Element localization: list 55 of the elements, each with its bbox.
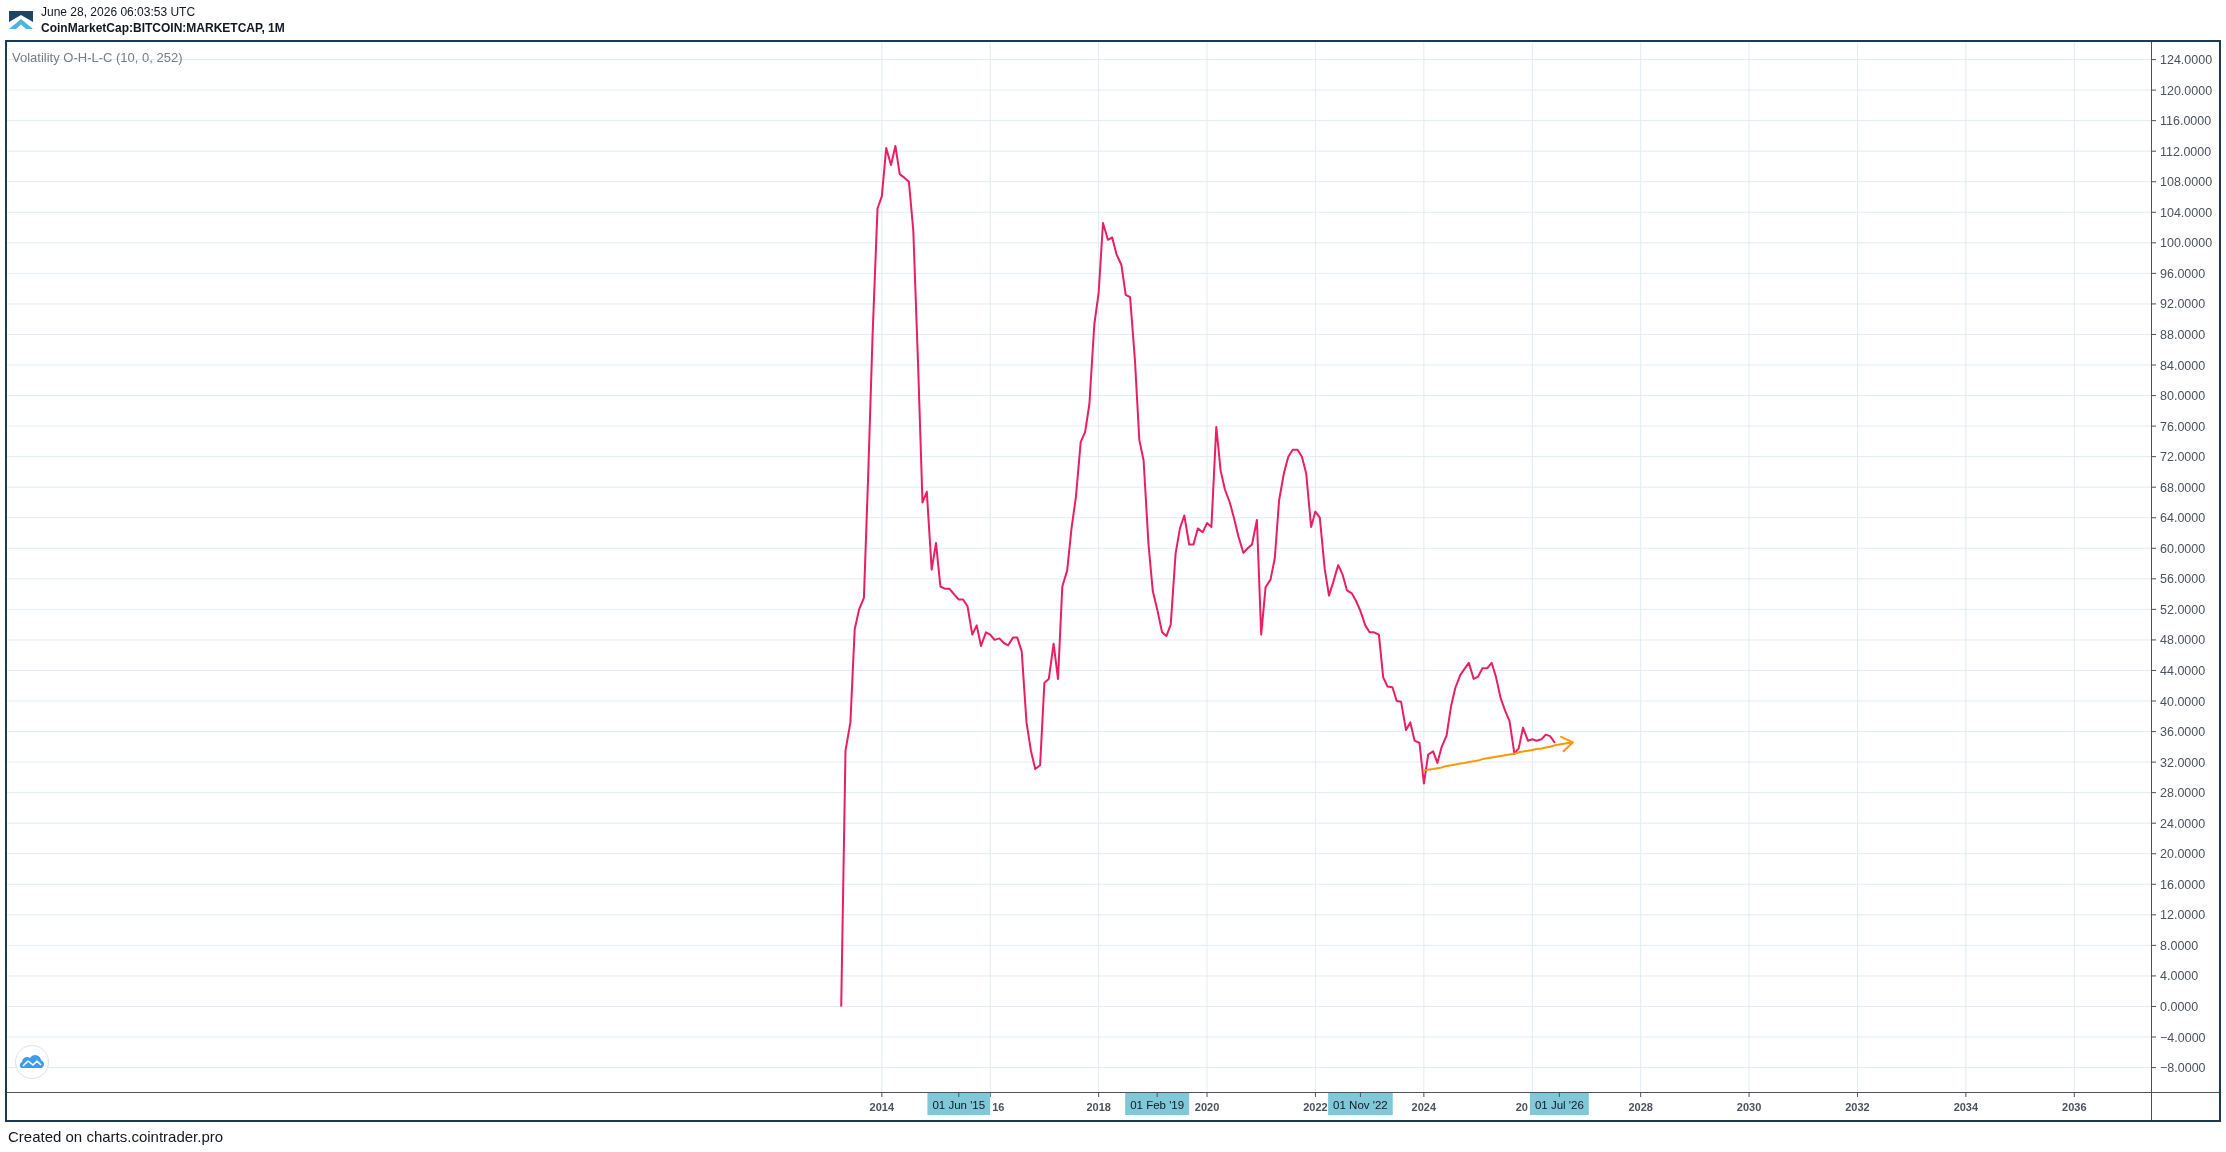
x-axis-label: 16 xyxy=(992,1101,1005,1113)
x-axis-label: 2024 xyxy=(1411,1101,1437,1113)
y-axis-label: 20.0000 xyxy=(2160,847,2206,862)
y-axis-label: 76.0000 xyxy=(2160,419,2206,434)
x-axis-label: 2020 xyxy=(1194,1101,1220,1113)
x-axis-label: 2030 xyxy=(1736,1101,1762,1113)
date-label: 01 Nov '22 xyxy=(1328,1092,1393,1115)
y-axis-label: 108.0000 xyxy=(2160,175,2213,190)
logo-icon xyxy=(9,11,33,29)
y-axis-label: 64.0000 xyxy=(2160,511,2206,526)
date-label: 01 Feb '19 xyxy=(1125,1092,1190,1115)
symbol-title: CoinMarketCap:BITCOIN:MARKETCAP, 1M xyxy=(41,20,285,36)
y-axis-label: 24.0000 xyxy=(2160,816,2206,831)
y-axis-label: 88.0000 xyxy=(2160,327,2206,342)
x-axis-label: 2028 xyxy=(1628,1101,1653,1113)
y-axis-label: 116.0000 xyxy=(2160,114,2212,129)
x-axis-label: 2036 xyxy=(2062,1101,2087,1113)
x-axis-label: 2022 xyxy=(1303,1101,1328,1113)
y-axis-label: 68.0000 xyxy=(2160,480,2206,495)
x-axis-label: 2018 xyxy=(1086,1101,1111,1113)
y-axis-label: −4.0000 xyxy=(2160,1030,2206,1045)
y-axis-label: 8.0000 xyxy=(2160,938,2199,953)
y-axis-label: 56.0000 xyxy=(2160,572,2206,587)
y-axis-label: 104.0000 xyxy=(2160,205,2213,220)
x-axis-label: 2034 xyxy=(1953,1101,1979,1113)
y-axis-label: 80.0000 xyxy=(2160,389,2206,404)
y-axis-label: 92.0000 xyxy=(2160,297,2206,312)
y-axis-label: 4.0000 xyxy=(2160,969,2199,984)
date-label: 01 Jul '26 xyxy=(1529,1092,1589,1115)
x-axis-label: 2014 xyxy=(869,1101,895,1113)
y-axis-label: 112.0000 xyxy=(2160,144,2212,159)
x-axis-label: 2032 xyxy=(1845,1101,1870,1113)
y-axis-label: 72.0000 xyxy=(2160,450,2206,465)
date-label: 01 Jun '15 xyxy=(927,1092,991,1115)
y-axis-label: −8.0000 xyxy=(2160,1061,2206,1076)
y-axis-label: 44.0000 xyxy=(2160,663,2206,678)
y-axis-label: 28.0000 xyxy=(2160,786,2206,801)
y-axis-label: 32.0000 xyxy=(2160,755,2206,770)
y-axis-label: 12.0000 xyxy=(2160,908,2206,923)
x-axis-label: 20 xyxy=(1515,1101,1528,1113)
y-axis-label: 120.0000 xyxy=(2160,83,2213,98)
y-axis-label: 16.0000 xyxy=(2160,877,2206,892)
y-axis-label: 40.0000 xyxy=(2160,694,2206,709)
y-axis-label: 48.0000 xyxy=(2160,633,2206,648)
y-axis-label: 100.0000 xyxy=(2160,236,2213,251)
y-axis-label: 0.0000 xyxy=(2160,999,2199,1014)
y-axis-label: 84.0000 xyxy=(2160,358,2206,373)
y-axis-label: 124.0000 xyxy=(2160,53,2213,68)
y-axis-label: 36.0000 xyxy=(2160,725,2206,740)
y-axis-label: 96.0000 xyxy=(2160,266,2206,281)
legend-label: Volatility O-H-L-C (10, 0, 252) xyxy=(12,50,183,65)
credit-text: Created on charts.cointrader.pro xyxy=(7,1127,225,1147)
timestamp-text: June 28, 2026 06:03:53 UTC xyxy=(41,4,197,20)
y-axis-label: 52.0000 xyxy=(2160,602,2206,617)
y-axis-label: 60.0000 xyxy=(2160,541,2206,556)
